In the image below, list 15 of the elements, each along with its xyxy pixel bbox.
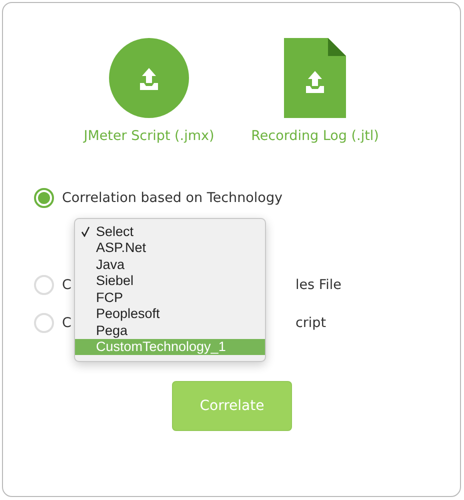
menu-item[interactable]: Peoplesoft	[75, 306, 265, 322]
menu-item[interactable]: Select	[75, 223, 265, 240]
menu-item[interactable]: ASP.Net	[75, 240, 265, 256]
file-upload-icon[interactable]	[284, 38, 346, 118]
option-label: les File	[295, 276, 342, 294]
option-label: C	[62, 276, 72, 294]
radio-button[interactable]	[34, 188, 54, 208]
menu-item[interactable]: FCP	[75, 289, 265, 306]
menu-item[interactable]: Pega	[75, 322, 265, 338]
upload-icon[interactable]	[109, 38, 189, 118]
option-label: C	[62, 314, 72, 333]
menu-item[interactable]: Siebel	[75, 272, 265, 289]
option-label: Correlation based on Technology	[62, 189, 283, 208]
option-label: cript	[295, 314, 326, 333]
menu-item[interactable]: Java	[75, 256, 265, 272]
